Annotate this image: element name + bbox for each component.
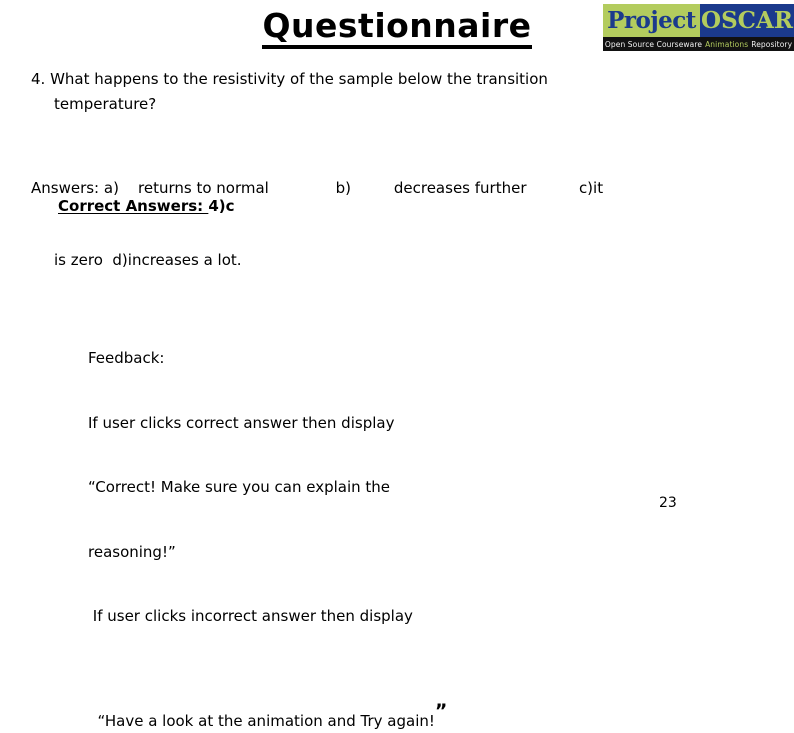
feedback-closing-quote: ” bbox=[434, 700, 447, 722]
correct-answers-label: Correct Answers: bbox=[58, 197, 209, 215]
feedback-incorrect-intro: If user clicks incorrect answer then dis… bbox=[88, 607, 413, 625]
logo-left-panel: Project bbox=[603, 4, 700, 37]
feedback-incorrect-message: “Have a look at the animation and Try ag… bbox=[97, 700, 448, 733]
logo-word-project: Project bbox=[607, 7, 696, 34]
feedback-heading: Feedback: bbox=[88, 349, 165, 367]
feedback-block: Feedback: If user clicks correct answer … bbox=[88, 305, 558, 733]
question-block: 4. What happens to the resistivity of th… bbox=[31, 67, 671, 117]
logo-tagline-part-2: Animations bbox=[705, 39, 749, 49]
feedback-correct-message-line-1: “Correct! Make sure you can explain the bbox=[88, 478, 391, 496]
feedback-spacer bbox=[88, 671, 558, 680]
project-oscar-logo: Project OSCAR Open Source Courseware Ani… bbox=[603, 4, 794, 51]
page-number: 23 bbox=[659, 495, 677, 511]
logo-tagline: Open Source Courseware Animations Reposi… bbox=[603, 37, 794, 51]
feedback-correct-intro: If user clicks correct answer then displ… bbox=[88, 413, 395, 432]
correct-answers: Correct Answers: 4)c bbox=[58, 196, 235, 216]
logo-tagline-part-1: Open Source Courseware bbox=[604, 39, 703, 49]
logo-wordmark-row: Project OSCAR bbox=[603, 4, 794, 37]
page-title-text: Questionnaire bbox=[262, 7, 532, 50]
correct-answers-value: 4)c bbox=[208, 197, 235, 215]
question-line-1: 4. What happens to the resistivity of th… bbox=[31, 70, 548, 88]
question-line-2: temperature? bbox=[54, 95, 157, 113]
answers-line-2: is zero d)increases a lot. bbox=[54, 251, 242, 269]
feedback-incorrect-message-text: “Have a look at the animation and Try ag… bbox=[97, 712, 435, 730]
logo-word-oscar: OSCAR bbox=[701, 7, 793, 34]
logo-right-panel: OSCAR bbox=[700, 4, 794, 37]
feedback-correct-message-line-2: reasoning!” bbox=[88, 542, 176, 561]
logo-tagline-part-3: Repository bbox=[751, 39, 793, 49]
